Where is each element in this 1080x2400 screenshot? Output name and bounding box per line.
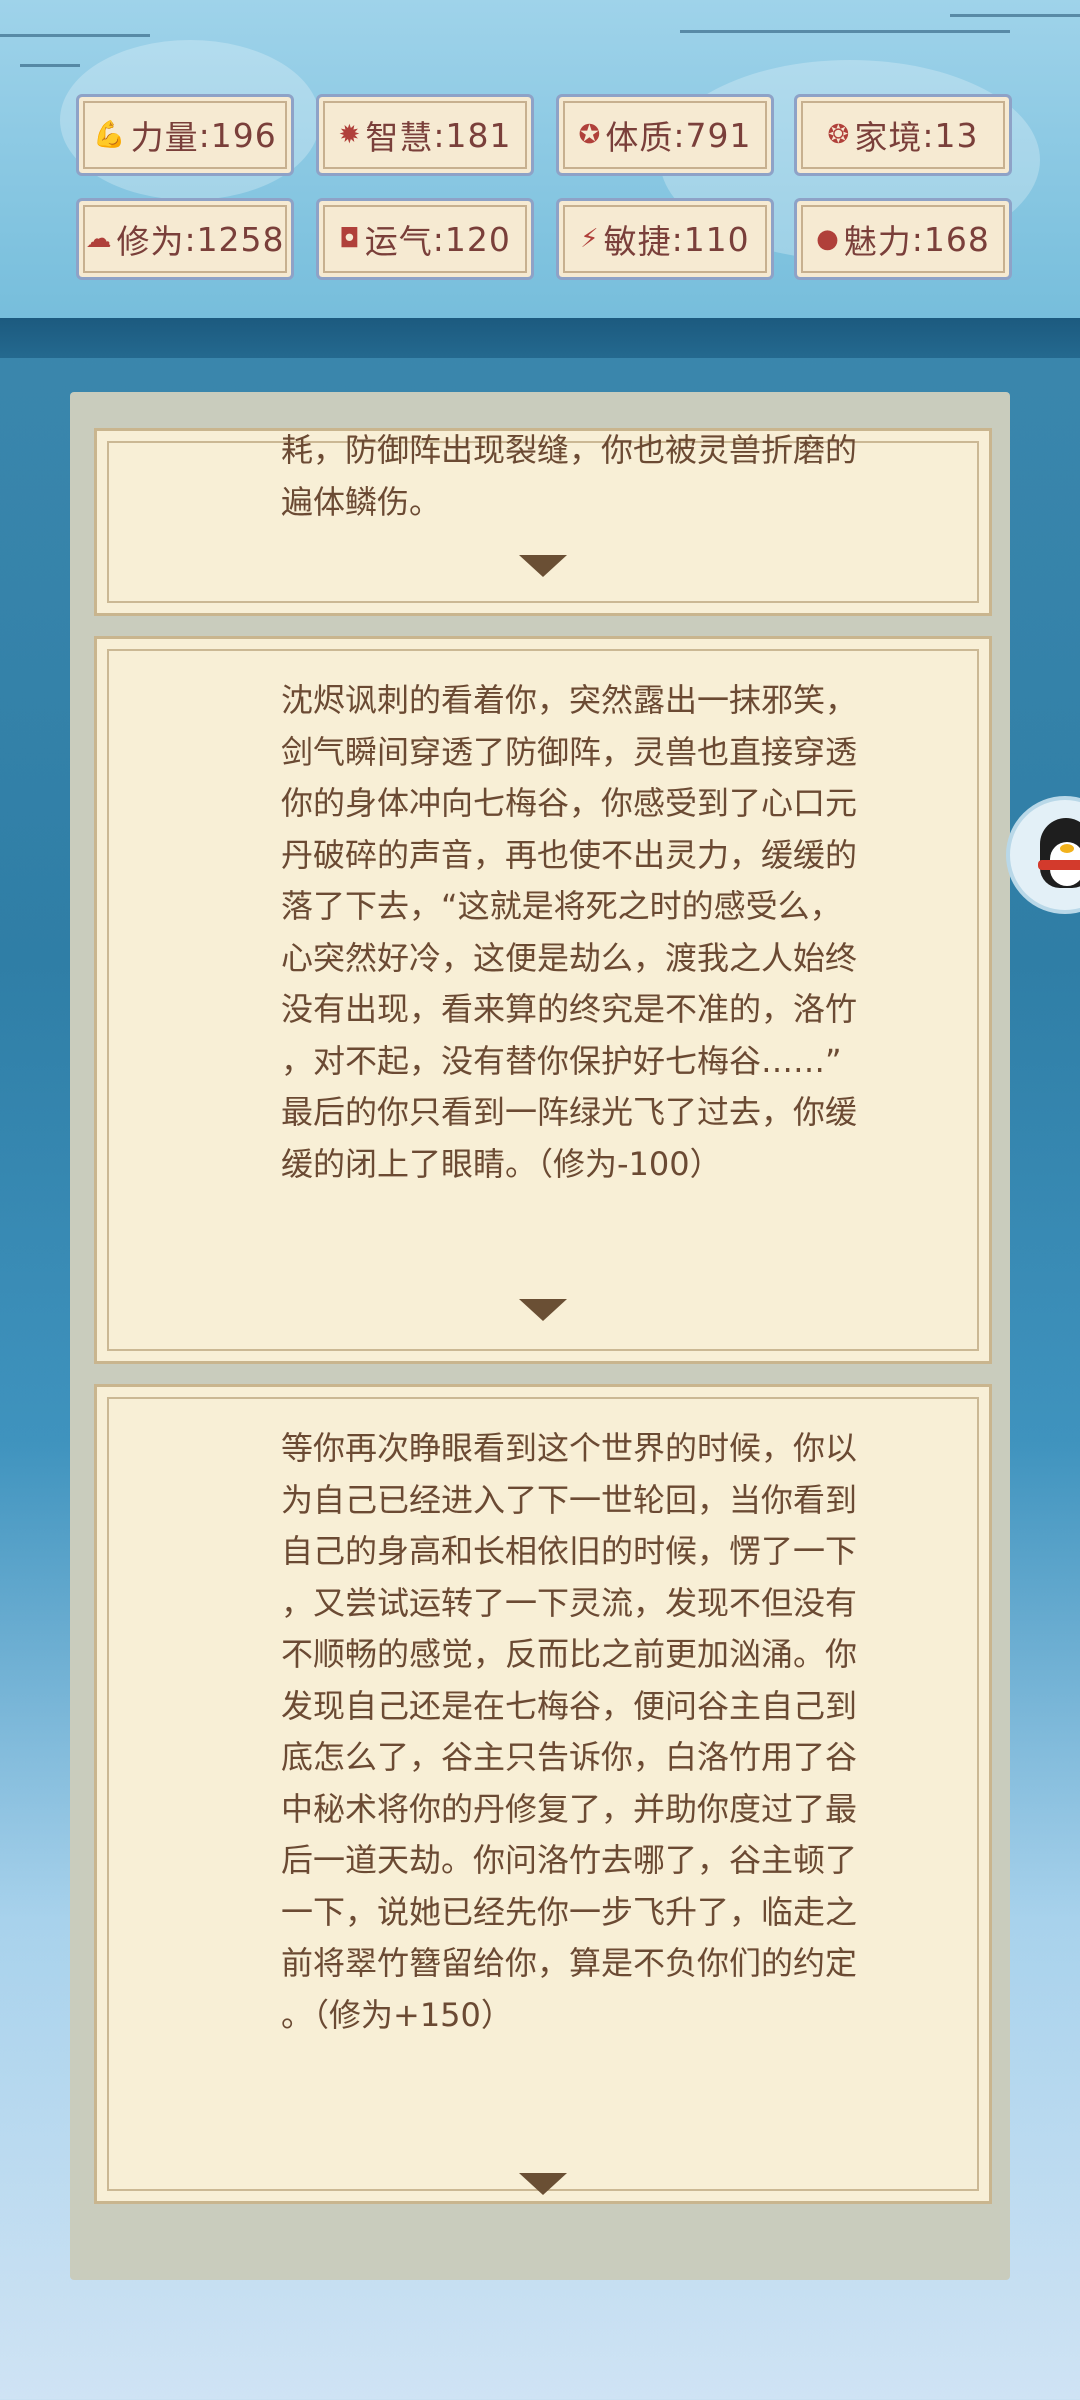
- ink-band-divider: [0, 318, 1080, 358]
- stat-colon: :: [433, 115, 446, 155]
- cultivation-icon: ☁: [85, 224, 113, 254]
- stat-wisdom: ✹ 智慧:181: [316, 94, 534, 176]
- stat-colon: :: [911, 219, 924, 259]
- decorative-line: [950, 14, 1080, 17]
- stat-label: 魅力: [843, 222, 912, 261]
- stat-constitution: ✪ 体质:791: [556, 94, 774, 176]
- stat-label: 家境: [854, 118, 923, 157]
- constitution-icon: ✪: [578, 120, 602, 150]
- story-text: 沈烬讽刺的看着你，突然露出一抹邪笑， 剑气瞬间穿透了防御阵，灵兽也直接穿透 你的…: [281, 681, 858, 1183]
- stat-label: 力量: [130, 118, 199, 157]
- story-card[interactable]: 耗，防御阵出现裂缝，你也被灵兽折磨的 遍体鳞伤。: [94, 428, 992, 616]
- expand-arrow-icon[interactable]: [519, 555, 567, 577]
- charm-icon: ●: [816, 224, 840, 254]
- stat-colon: :: [432, 219, 445, 259]
- expand-arrow-icon[interactable]: [519, 2173, 567, 2195]
- penguin-beak: [1060, 844, 1074, 853]
- agility-icon: ⚡: [580, 224, 600, 254]
- stat-luck: ◘ 运气:120: [316, 198, 534, 280]
- stat-colon: :: [922, 115, 935, 155]
- story-text: 等你再次睁眼看到这个世界的时候，你以 为自己已经进入了下一世轮回，当你看到 自己…: [281, 1429, 858, 2034]
- stat-value: 181: [445, 115, 512, 155]
- penguin-scarf: [1038, 860, 1080, 870]
- story-card[interactable]: 沈烬讽刺的看着你，突然露出一抹邪笑， 剑气瞬间穿透了防御阵，灵兽也直接穿透 你的…: [94, 636, 992, 1364]
- expand-arrow-icon[interactable]: [519, 1299, 567, 1321]
- stat-label: 体质: [605, 118, 674, 157]
- stat-charm: ● 魅力:168: [794, 198, 1012, 280]
- decorative-line: [0, 34, 150, 37]
- stat-colon: :: [184, 219, 197, 259]
- stat-value: 120: [444, 219, 511, 259]
- stat-label: 智慧: [365, 118, 434, 157]
- stat-cultivation: ☁ 修为:1258: [76, 198, 294, 280]
- stat-value: 791: [685, 115, 752, 155]
- stat-value: 13: [934, 115, 979, 155]
- stat-colon: :: [671, 219, 684, 259]
- luck-icon: ◘: [339, 224, 361, 254]
- penguin-assistant-avatar[interactable]: [1006, 796, 1080, 914]
- story-card[interactable]: 等你再次睁眼看到这个世界的时候，你以 为自己已经进入了下一世轮回，当你看到 自己…: [94, 1384, 992, 2204]
- stat-value: 1258: [196, 219, 285, 259]
- stat-value: 168: [923, 219, 990, 259]
- stat-label: 敏捷: [603, 222, 672, 261]
- stat-value: 110: [683, 219, 750, 259]
- stat-colon: :: [198, 115, 211, 155]
- stat-strength: 💪 力量:196: [76, 94, 294, 176]
- wisdom-icon: ✹: [338, 120, 362, 150]
- stat-family: ❂ 家境:13: [794, 94, 1012, 176]
- stat-colon: :: [673, 115, 686, 155]
- stat-label: 修为: [116, 222, 185, 261]
- strength-icon: 💪: [93, 120, 127, 150]
- decorative-line: [20, 64, 80, 67]
- stat-value: 196: [210, 115, 277, 155]
- decorative-line: [680, 30, 1010, 33]
- family-icon: ❂: [827, 120, 851, 150]
- stat-label: 运气: [364, 222, 433, 261]
- story-text: 耗，防御阵出现裂缝，你也被灵兽折磨的 遍体鳞伤。: [281, 431, 858, 521]
- stat-agility: ⚡ 敏捷:110: [556, 198, 774, 280]
